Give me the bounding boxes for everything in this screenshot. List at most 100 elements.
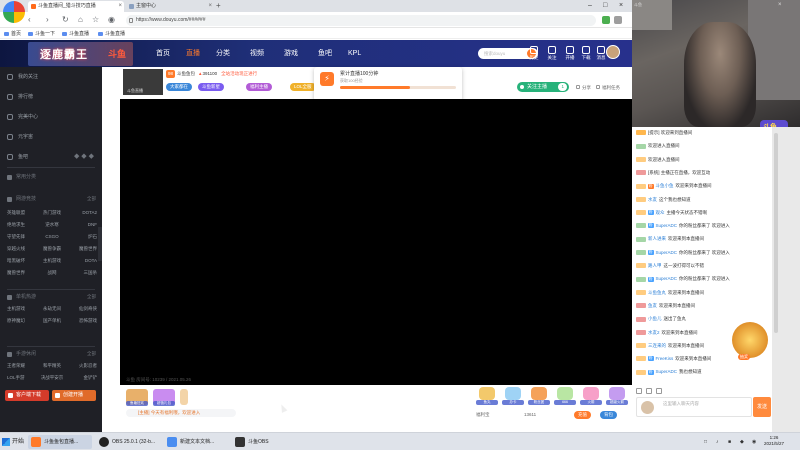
activity-banner[interactable]: 超值礼包 bbox=[153, 389, 175, 406]
category-link[interactable]: 战网 bbox=[37, 268, 67, 277]
tray-ime-icon[interactable]: ■ bbox=[728, 436, 731, 448]
send-button[interactable]: 发送 bbox=[753, 397, 771, 417]
category-link[interactable]: 守望先锋 bbox=[7, 232, 37, 241]
activity-more[interactable] bbox=[180, 389, 188, 405]
category-link[interactable]: 暗黑破坏 bbox=[7, 256, 37, 265]
tray-network-icon[interactable]: □ bbox=[704, 436, 707, 448]
history-button[interactable]: 历史 bbox=[526, 46, 542, 62]
activity-banner[interactable]: 鱼塘狂欢 bbox=[126, 389, 148, 406]
barrage-style-icon[interactable] bbox=[656, 388, 662, 394]
gift-item[interactable]: 办卡 bbox=[502, 387, 524, 407]
room-tag[interactable]: 斗鱼新星 bbox=[198, 83, 224, 91]
nav-home[interactable]: 首页 bbox=[156, 49, 170, 59]
chat-username[interactable]: 水友2 bbox=[648, 330, 660, 335]
nav-video[interactable]: 视频 bbox=[250, 49, 264, 59]
close-icon[interactable]: × bbox=[778, 2, 782, 8]
category-link[interactable]: 三国杀 bbox=[67, 268, 98, 277]
download-button[interactable]: 下载 bbox=[578, 46, 594, 62]
category-link[interactable]: DNF bbox=[67, 220, 97, 229]
chat-username[interactable]: 新人进来 bbox=[648, 236, 666, 241]
chat-username[interactable]: 路人甲 bbox=[648, 263, 662, 268]
category-link[interactable]: DOTA bbox=[67, 256, 97, 265]
category-link[interactable]: CSGO bbox=[37, 232, 67, 241]
room-tag[interactable]: 福利主播 bbox=[246, 83, 272, 91]
nav-yuba[interactable]: 鱼吧 bbox=[318, 49, 332, 59]
bookmark-item[interactable]: 斗鱼直播 bbox=[62, 29, 89, 39]
sidebar-item-center[interactable]: 完美中心 bbox=[7, 113, 38, 121]
taskbar-app-notepad[interactable]: 新建文本文档... bbox=[164, 435, 228, 449]
emoji-icon[interactable] bbox=[636, 388, 642, 394]
chat-username[interactable]: 小鱼儿 bbox=[648, 316, 662, 321]
chat-username[interactable]: SuperADC bbox=[656, 276, 678, 281]
category-link[interactable]: 火影忍者 bbox=[67, 361, 97, 370]
chat-username[interactable]: SuperADC bbox=[656, 223, 678, 228]
chat-username[interactable]: SuperADC bbox=[656, 369, 678, 374]
follow-header-button[interactable]: 关注 bbox=[544, 46, 560, 62]
gift-item[interactable]: 火箭 bbox=[580, 387, 602, 407]
fan-badge-icon[interactable] bbox=[646, 388, 652, 394]
lottery-widget[interactable]: 抽奖 bbox=[732, 322, 768, 360]
taskbar-app-obs[interactable]: OBS 25.0.1 (32-b... bbox=[96, 435, 160, 449]
reload-icon[interactable]: ↻ bbox=[62, 14, 69, 26]
category-link[interactable]: 和平精英 bbox=[37, 361, 67, 370]
bookmark-item[interactable]: 斗鱼一下 bbox=[28, 29, 55, 39]
category-link[interactable]: 金铲铲 bbox=[67, 373, 98, 382]
category-link[interactable]: DOTA2 bbox=[67, 208, 97, 217]
scrollbar-thumb[interactable] bbox=[774, 133, 778, 333]
chat-input[interactable]: 这里输入聊天内容 bbox=[636, 397, 752, 417]
address-bar[interactable]: https://www.douyu.com/###### bbox=[126, 15, 596, 26]
activity-link[interactable]: 全站活动现正进行 bbox=[221, 71, 257, 76]
section-more-link[interactable]: 全部 bbox=[87, 293, 96, 301]
site-banner[interactable]: 逐鹿霸王 斗鱼 bbox=[28, 42, 133, 66]
gift-item[interactable]: 666 bbox=[554, 387, 576, 407]
section-more-link[interactable]: 全部 bbox=[87, 195, 96, 203]
category-link[interactable]: 主机游戏 bbox=[7, 304, 37, 313]
bookmark-item[interactable]: 斗鱼直播 bbox=[98, 29, 125, 39]
category-link[interactable]: LOL手游 bbox=[7, 373, 37, 382]
chat-username[interactable]: FreeKiss bbox=[656, 356, 674, 361]
room-tag[interactable]: 大家都在 bbox=[166, 83, 192, 91]
minimize-icon[interactable]: – bbox=[588, 0, 592, 12]
team-icons[interactable]: ◆ ◆ ◆ bbox=[74, 153, 94, 161]
nav-game[interactable]: 游戏 bbox=[284, 49, 298, 59]
chat-username[interactable]: 观众 bbox=[656, 210, 665, 215]
category-link[interactable]: 魔兽世界 bbox=[7, 268, 37, 277]
download-client-button[interactable]: 客户端下载 bbox=[5, 390, 49, 401]
gift-item[interactable]: 鱼丸 bbox=[476, 387, 498, 407]
taskbar-app-browser[interactable]: 斗鱼鱼包直播... bbox=[28, 435, 92, 449]
start-live-button[interactable]: 开播 bbox=[562, 46, 578, 62]
nav-category[interactable]: 分类 bbox=[216, 49, 230, 59]
chat-username[interactable]: 水友 bbox=[648, 197, 657, 202]
category-link[interactable]: 仙剑奇侠 bbox=[67, 304, 97, 313]
bookmark-item[interactable]: 首页 bbox=[4, 29, 21, 39]
sidebar-item-follow[interactable]: 我的关注 bbox=[7, 73, 38, 81]
category-link[interactable]: 绝地求生 bbox=[7, 220, 37, 229]
streamer-avatar[interactable]: 斗鱼直播 bbox=[123, 69, 163, 95]
category-link[interactable]: 英雄联盟 bbox=[7, 208, 37, 217]
chat-username[interactable]: 斗鱼鱼丸 bbox=[648, 290, 666, 295]
category-link[interactable]: 主机游戏 bbox=[37, 256, 67, 265]
sidebar-item-yuba[interactable]: 鱼吧 bbox=[7, 153, 28, 161]
maximize-icon[interactable]: □ bbox=[603, 0, 607, 12]
room-tag[interactable]: LOL全服 bbox=[290, 83, 316, 91]
category-link[interactable]: 国产单机 bbox=[37, 316, 67, 325]
tray-shield-icon[interactable]: ◉ bbox=[752, 436, 756, 448]
start-button[interactable]: 开始 bbox=[2, 436, 24, 448]
user-avatar[interactable] bbox=[606, 45, 620, 59]
menu-icon[interactable] bbox=[614, 16, 622, 24]
sidebar-item-metaverse[interactable]: 元宇宙 bbox=[7, 133, 33, 141]
taskbar-app-obs-stream[interactable]: 斗鱼OBS bbox=[232, 435, 272, 449]
task-card[interactable]: ⚡ 累计直播100分钟 获取100经验 bbox=[314, 67, 462, 101]
tray-volume-icon[interactable]: ♪ bbox=[716, 436, 719, 448]
follow-button[interactable]: 关注主播 1 bbox=[517, 82, 569, 92]
recharge-button[interactable]: 充值 bbox=[574, 411, 591, 419]
welfare-link[interactable]: 福利任务 bbox=[596, 84, 620, 91]
category-link[interactable]: 炉石 bbox=[67, 232, 97, 241]
create-live-button[interactable]: 创建开播 bbox=[52, 390, 96, 401]
tab-live-room[interactable]: 斗鱼直播间_猎斗技巧直播 × bbox=[28, 1, 124, 12]
tab-center[interactable]: 主窗中心 × bbox=[126, 1, 214, 12]
chat-username[interactable]: 三连来的 bbox=[648, 343, 666, 348]
share-link[interactable]: 分享 bbox=[576, 84, 591, 91]
shield-icon[interactable]: ◉ bbox=[108, 14, 115, 26]
category-link[interactable]: 决战平安京 bbox=[37, 373, 67, 382]
